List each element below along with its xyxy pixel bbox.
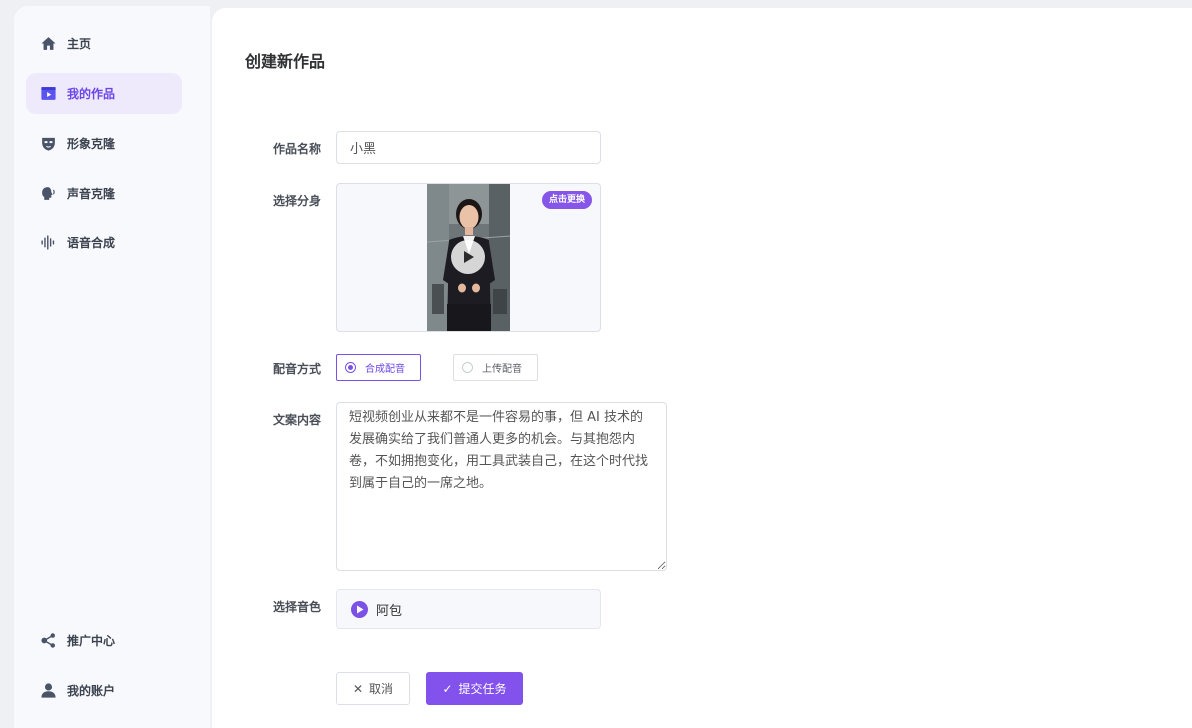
sidebar-item-label: 语音合成 xyxy=(67,236,116,250)
page-title: 创建新作品 xyxy=(245,52,326,71)
sidebar-item-label: 形象克隆 xyxy=(67,137,116,151)
sidebar-item-label: 我的作品 xyxy=(67,87,116,101)
app-root: 主页 我的作品 形象克隆 声音克隆 语音合成 推广中心 我的账户 创建新作品 作… xyxy=(0,0,1192,728)
cancel-button[interactable]: ✕ 取消 xyxy=(336,672,410,705)
submit-task-button[interactable]: ✓ 提交任务 xyxy=(426,672,523,705)
voice-play-icon[interactable] xyxy=(351,600,368,618)
cancel-button-label: 取消 xyxy=(369,682,394,696)
sidebar-item-my-works[interactable]: 我的作品 xyxy=(26,73,182,114)
voice-select-label: 选择音色 xyxy=(273,600,322,614)
video-play-icon xyxy=(40,85,57,102)
change-avatar-button[interactable]: 点击更换 xyxy=(541,191,592,209)
avatar-label: 选择分身 xyxy=(273,194,322,208)
radio-unchecked-icon xyxy=(462,362,473,373)
avatar-thumbnail[interactable] xyxy=(427,184,510,331)
radio-checked-icon xyxy=(345,362,356,373)
radio-upload-dub[interactable]: 上传配音 xyxy=(453,354,538,381)
avatar-preview-box[interactable]: 点击更换 xyxy=(336,183,601,332)
check-icon: ✓ xyxy=(442,681,453,696)
close-icon: ✕ xyxy=(352,681,364,696)
dub-mode-label: 配音方式 xyxy=(273,362,322,376)
work-name-input[interactable] xyxy=(336,131,601,164)
home-icon xyxy=(40,35,57,52)
sidebar-item-label: 我的账户 xyxy=(67,684,116,698)
sidebar-item-promotion[interactable]: 推广中心 xyxy=(26,620,182,661)
sidebar-item-label: 主页 xyxy=(67,37,92,51)
user-icon xyxy=(40,682,57,699)
work-name-label: 作品名称 xyxy=(273,142,322,156)
sidebar-item-voice-clone[interactable]: 声音克隆 xyxy=(26,173,182,214)
voice-name: 阿包 xyxy=(376,603,403,619)
submit-button-label: 提交任务 xyxy=(458,682,507,696)
share-nodes-icon xyxy=(40,632,57,649)
sidebar-item-label: 推广中心 xyxy=(67,634,116,648)
main-panel: 创建新作品 作品名称 选择分身 xyxy=(212,8,1192,728)
sidebar-item-label: 声音克隆 xyxy=(67,187,116,201)
sidebar-item-home[interactable]: 主页 xyxy=(26,23,182,64)
sidebar: 主页 我的作品 形象克隆 声音克隆 语音合成 推广中心 我的账户 xyxy=(14,6,210,728)
sidebar-item-avatar-clone[interactable]: 形象克隆 xyxy=(26,123,182,164)
play-icon xyxy=(464,251,474,263)
radio-label: 上传配音 xyxy=(482,364,522,375)
speaking-head-icon xyxy=(40,185,57,202)
voice-select-box[interactable]: 阿包 xyxy=(336,589,601,629)
script-content-label: 文案内容 xyxy=(273,413,322,427)
sidebar-item-speech-synthesis[interactable]: 语音合成 xyxy=(26,222,182,263)
video-play-button[interactable] xyxy=(451,240,485,274)
mask-icon xyxy=(40,135,57,152)
script-content-textarea[interactable]: 短视频创业从来都不是一件容易的事，但 AI 技术的发展确实给了我们普通人更多的机… xyxy=(336,402,667,571)
radio-synthesized-dub[interactable]: 合成配音 xyxy=(336,354,421,381)
radio-label: 合成配音 xyxy=(365,364,405,375)
soundwave-icon xyxy=(40,234,57,251)
sidebar-item-my-account[interactable]: 我的账户 xyxy=(26,670,182,711)
